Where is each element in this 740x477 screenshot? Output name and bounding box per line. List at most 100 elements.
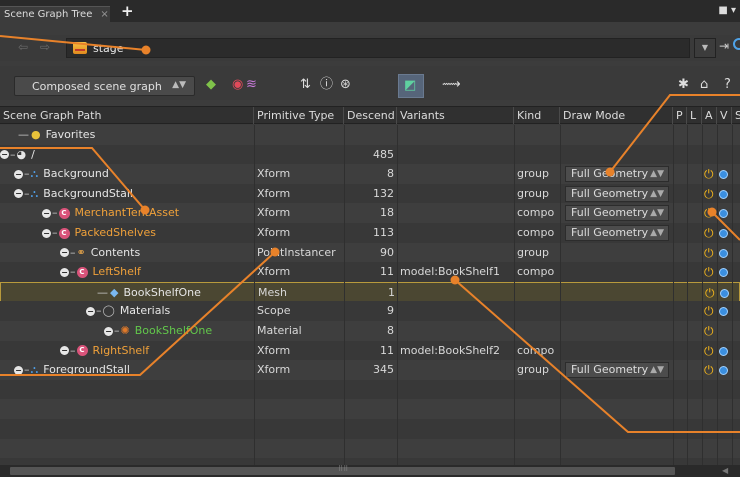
col-kind[interactable]: Kind [514, 107, 560, 124]
expand-collapse-icon[interactable]: − [104, 326, 113, 336]
table-row[interactable]: − –◕ / 485 [0, 144, 740, 165]
scene-graph-path-cell[interactable]: − – C RightShelf [0, 341, 253, 361]
back-arrow-icon[interactable]: ⇦ [18, 40, 28, 54]
tab-close-icon[interactable]: × [100, 9, 108, 20]
show-draw-mode-toggle[interactable]: ◩ [398, 74, 424, 98]
table-row[interactable]: − – C RightShelf Xform 11 model:BookShelf2 comp… [0, 340, 740, 361]
active-toggle-icon[interactable]: ⏻ [704, 207, 714, 219]
visibility-eye-icon[interactable] [719, 170, 728, 180]
path-dropdown-icon[interactable]: ▼ [694, 38, 716, 58]
active-toggle-icon[interactable]: ⏻ [704, 364, 714, 376]
expand-collapse-icon[interactable]: − [14, 169, 23, 179]
table-row[interactable]: — ◆ BookShelfOne Mesh 1 ⏻ [0, 281, 740, 303]
tab-scene-graph-tree[interactable]: Scene Graph Tree × [0, 6, 110, 22]
draw-mode-select[interactable]: Full Geometry ▲▼ [565, 225, 669, 241]
table-row[interactable]: — ● Favorites [0, 125, 740, 145]
expand-collapse-icon[interactable]: − [42, 228, 51, 238]
scene-graph-path-cell[interactable]: − –◯ Materials [0, 301, 253, 321]
visibility-eye-icon[interactable] [720, 288, 729, 298]
visibility-eye-icon[interactable] [719, 366, 728, 376]
table-row[interactable]: − –⚭ Contents PointInstancer 90 group ⏻ [0, 242, 740, 263]
col-variants[interactable]: Variants [397, 107, 514, 124]
table-row[interactable]: − – C MerchantTentAsset Xform 18 compo Full Geo… [0, 203, 740, 224]
visibility-eye-icon[interactable] [719, 229, 728, 238]
scene-graph-path-cell[interactable]: — ● Favorites [0, 125, 253, 145]
scene-graph-path-cell[interactable]: − – C LeftShelf [0, 262, 253, 282]
path-field[interactable]: stage [66, 38, 690, 58]
draw-mode-select[interactable]: Full Geometry ▲▼ [565, 205, 669, 222]
active-toggle-icon[interactable]: ⏻ [704, 325, 714, 337]
draw-mode-select[interactable]: Full Geometry ▲▼ [565, 185, 669, 202]
col-a[interactable]: A [702, 107, 717, 124]
sync-icon[interactable] [733, 38, 740, 50]
table-row[interactable]: − –⛬ Background Xform 8 group Full Geometry ▲▼ ⏻ [0, 164, 740, 185]
pin-icon[interactable]: ⇥ [719, 39, 729, 53]
scene-graph-mode-select[interactable]: Composed scene graph ▲▼ [14, 76, 195, 96]
help-lock-icon[interactable]: ⌂ [700, 78, 708, 92]
col-l[interactable]: L [687, 107, 702, 124]
col-descend[interactable]: Descend [344, 107, 397, 124]
scene-graph-path-cell[interactable]: − –◕ / [0, 145, 253, 165]
scene-graph-path-cell[interactable]: − –⛬ BackgroundStall [0, 184, 253, 204]
active-toggle-icon[interactable]: ⏻ [704, 168, 714, 180]
col-scene-graph-path[interactable]: Scene Graph Path [0, 107, 254, 124]
forward-arrow-icon[interactable]: ⇨ [40, 40, 50, 54]
visibility-eye-icon[interactable] [719, 248, 728, 258]
col-draw-mode[interactable]: Draw Mode [560, 107, 673, 124]
visibility-filter-icon[interactable]: ≋ [246, 78, 257, 92]
expand-collapse-icon[interactable]: − [60, 267, 69, 277]
active-toggle-icon[interactable]: ⏻ [704, 345, 714, 357]
table-row[interactable]: − – C LeftShelf Xform 11 model:BookShelf1 compo… [0, 262, 740, 283]
active-toggle-icon[interactable]: ⏻ [704, 188, 714, 200]
search-prim-icon[interactable]: ⊛ [340, 78, 351, 92]
scene-graph-path-cell[interactable]: − –⛬ ForegroundStall [0, 360, 253, 380]
expand-collapse-icon[interactable]: − [86, 306, 95, 316]
col-s[interactable]: S [732, 107, 740, 124]
active-toggle-icon[interactable]: ⏻ [704, 266, 714, 278]
prim-filter-icon[interactable]: ◉ [232, 78, 243, 92]
scene-graph-path-cell[interactable]: − –✺ BookShelfOne [0, 321, 253, 341]
scene-graph-path-cell[interactable]: − –⚭ Contents [0, 243, 253, 263]
visibility-eye-icon[interactable] [719, 346, 728, 356]
gear-icon[interactable]: ✱ [678, 78, 689, 92]
table-row[interactable]: − –✺ BookShelfOne Material 8 ⏻ [0, 321, 740, 341]
primitive-type-cell [257, 125, 344, 145]
scroll-left-icon[interactable]: ◀ [722, 466, 728, 475]
col-v[interactable]: V [717, 107, 732, 124]
scene-graph-path-cell[interactable]: — ◆ BookShelfOne [1, 283, 254, 303]
table-row[interactable]: − –⛬ BackgroundStall Xform 132 group Full Geom… [0, 183, 740, 204]
active-toggle-icon[interactable]: ⏻ [704, 305, 714, 317]
primitive-type-cell: Xform [257, 343, 291, 357]
draw-mode-select[interactable]: Full Geometry ▲▼ [565, 362, 669, 379]
collapse-tree-icon[interactable]: ◆ [206, 78, 216, 92]
col-p[interactable]: P [673, 107, 687, 124]
add-tab-icon[interactable]: + [121, 2, 134, 20]
draw-mode-select[interactable]: Full Geometry ▲▼ [565, 166, 669, 183]
info-icon[interactable]: ⓘ [320, 78, 333, 92]
active-toggle-icon[interactable]: ⏻ [704, 227, 714, 239]
visibility-eye-icon[interactable] [719, 268, 728, 278]
table-row[interactable]: − –◯ Materials Scope 9 ⏻ [0, 301, 740, 322]
expand-collapse-icon[interactable]: − [42, 208, 51, 218]
pane-menu-icon[interactable]: ■ ▾ [718, 5, 736, 16]
scene-graph-path-cell[interactable]: − –⛬ Background [0, 164, 253, 184]
sort-icon[interactable]: ⇅ [300, 78, 311, 92]
table-row[interactable]: − – C PackedShelves Xform 113 compo Full Geomet… [0, 223, 740, 243]
visibility-eye-icon[interactable] [719, 189, 728, 199]
visibility-eye-icon[interactable] [719, 209, 728, 219]
expand-collapse-icon[interactable]: − [60, 346, 69, 356]
expand-collapse-icon[interactable]: − [14, 189, 23, 199]
help-icon[interactable]: ? [724, 78, 731, 92]
expand-collapse-icon[interactable]: − [14, 365, 23, 375]
scene-graph-path-cell[interactable]: − – C PackedShelves [0, 223, 253, 243]
active-toggle-icon[interactable]: ⏻ [705, 287, 715, 299]
expand-collapse-icon[interactable]: − [60, 248, 69, 258]
expand-collapse-icon[interactable]: − [0, 150, 9, 160]
table-row[interactable]: − –⛬ ForegroundStall Xform 345 group Full Geom… [0, 360, 740, 381]
horizontal-scrollbar[interactable]: ⠿⠿ ◀ [0, 465, 740, 477]
visibility-eye-icon[interactable] [719, 307, 728, 317]
scene-graph-path-cell[interactable]: − – C MerchantTentAsset [0, 203, 253, 223]
col-primitive-type[interactable]: Primitive Type [254, 107, 344, 124]
load-icon[interactable]: ⟿ [442, 78, 461, 92]
active-toggle-icon[interactable]: ⏻ [704, 247, 714, 259]
